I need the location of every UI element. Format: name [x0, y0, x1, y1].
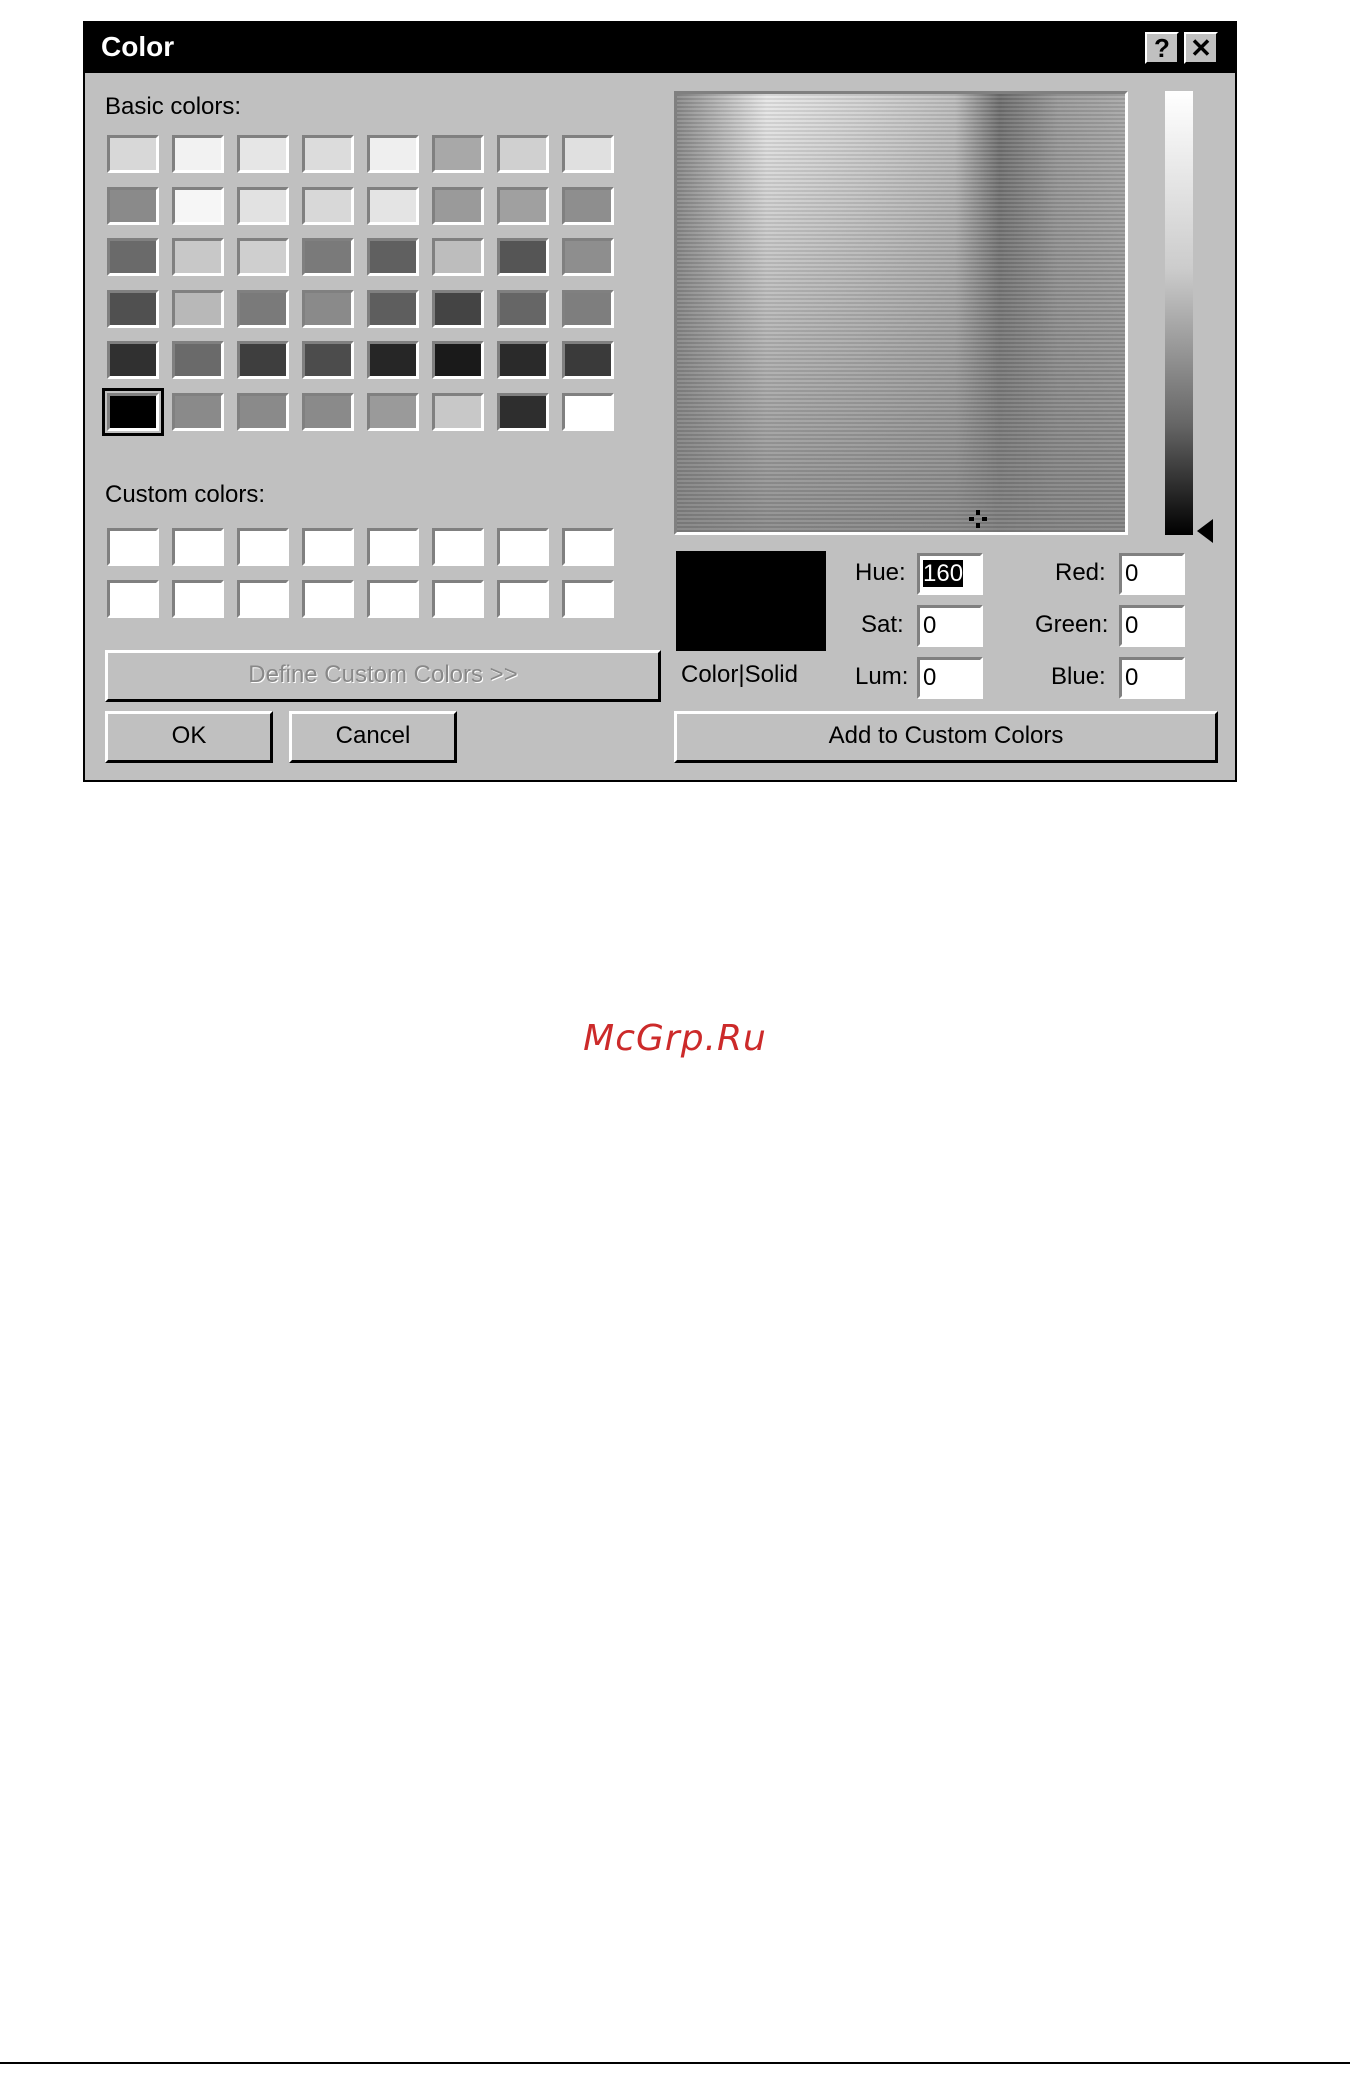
basic-color-swatch[interactable] [302, 186, 354, 225]
custom-color-swatch[interactable] [497, 580, 549, 618]
custom-colors-label: Custom colors: [105, 481, 266, 508]
basic-color-swatch[interactable] [367, 392, 419, 431]
red-field[interactable]: 0 [1119, 553, 1185, 595]
basic-color-swatch[interactable] [302, 238, 354, 276]
luminance-bar[interactable] [1165, 91, 1193, 535]
custom-color-swatch[interactable] [367, 528, 419, 566]
basic-color-swatch[interactable] [172, 341, 224, 379]
basic-color-swatch[interactable] [107, 186, 159, 225]
basic-color-swatch[interactable] [432, 238, 484, 276]
custom-color-swatch[interactable] [237, 528, 289, 566]
custom-color-swatch[interactable] [432, 580, 484, 618]
basic-color-swatch[interactable] [107, 289, 159, 328]
color-solid-preview [676, 551, 826, 651]
title-bar: Color ? ✕ [85, 23, 1235, 73]
custom-color-swatch[interactable] [172, 528, 224, 566]
basic-color-swatch[interactable] [302, 341, 354, 379]
cancel-button[interactable]: Cancel [289, 711, 457, 763]
basic-color-swatch[interactable] [172, 186, 224, 225]
basic-color-swatch[interactable] [172, 289, 224, 328]
basic-color-swatch[interactable] [432, 186, 484, 225]
green-label: Green: [1035, 611, 1109, 638]
custom-color-swatch[interactable] [237, 580, 289, 618]
basic-color-swatch[interactable] [237, 238, 289, 276]
basic-color-swatch[interactable] [302, 289, 354, 328]
custom-color-swatch[interactable] [562, 580, 614, 618]
basic-color-swatch[interactable] [562, 135, 614, 173]
basic-color-swatch[interactable] [237, 135, 289, 173]
basic-color-swatch[interactable] [102, 387, 164, 436]
basic-color-swatch[interactable] [302, 135, 354, 173]
basic-color-swatch[interactable] [562, 186, 614, 225]
basic-color-swatch[interactable] [107, 238, 159, 276]
color-solid-label: Color|Solid [681, 661, 798, 688]
close-button[interactable]: ✕ [1184, 32, 1218, 64]
basic-colors-label: Basic colors: [105, 93, 242, 120]
custom-color-swatch[interactable] [497, 528, 549, 566]
basic-color-swatch[interactable] [497, 238, 549, 276]
basic-color-swatch[interactable] [497, 186, 549, 225]
basic-color-swatch[interactable] [562, 238, 614, 276]
custom-color-swatch[interactable] [367, 580, 419, 618]
hue-field[interactable]: 160 [917, 553, 983, 595]
basic-color-swatch[interactable] [172, 238, 224, 276]
bottom-rule [0, 2062, 1350, 2064]
red-label: Red: [1055, 559, 1106, 586]
crosshair-icon [969, 510, 987, 528]
basic-color-swatch[interactable] [237, 289, 289, 328]
help-button[interactable]: ? [1145, 32, 1179, 64]
basic-color-swatch[interactable] [497, 392, 549, 431]
basic-color-swatch[interactable] [432, 341, 484, 379]
basic-color-swatch[interactable] [562, 392, 614, 431]
basic-color-swatch[interactable] [432, 135, 484, 173]
basic-color-swatch[interactable] [432, 392, 484, 431]
sat-label: Sat: [861, 611, 904, 638]
add-to-custom-colors-button[interactable]: Add to Custom Colors [674, 711, 1218, 763]
basic-color-swatch[interactable] [107, 341, 159, 379]
basic-color-swatch[interactable] [172, 135, 224, 173]
basic-color-swatch[interactable] [497, 135, 549, 173]
basic-color-swatch[interactable] [562, 289, 614, 328]
custom-color-swatch[interactable] [302, 528, 354, 566]
basic-color-swatch[interactable] [367, 289, 419, 328]
color-spectrum[interactable] [674, 91, 1128, 535]
basic-color-swatch[interactable] [367, 135, 419, 173]
basic-color-swatch[interactable] [172, 392, 224, 431]
basic-color-swatch[interactable] [497, 341, 549, 379]
blue-label: Blue: [1051, 663, 1106, 690]
custom-color-swatch[interactable] [107, 580, 159, 618]
basic-color-swatch[interactable] [302, 392, 354, 431]
basic-color-swatch[interactable] [237, 341, 289, 379]
custom-color-swatch[interactable] [172, 580, 224, 618]
custom-color-swatch[interactable] [562, 528, 614, 566]
watermark: McGrp.Ru [583, 1018, 767, 1059]
basic-color-swatch[interactable] [237, 392, 289, 431]
green-field[interactable]: 0 [1119, 605, 1185, 647]
blue-field[interactable]: 0 [1119, 657, 1185, 699]
lum-field[interactable]: 0 [917, 657, 983, 699]
basic-color-swatch[interactable] [562, 341, 614, 379]
ok-button[interactable]: OK [105, 711, 273, 763]
basic-color-swatch[interactable] [107, 135, 159, 173]
define-custom-colors-button[interactable]: Define Custom Colors >> [105, 650, 661, 702]
custom-color-swatch[interactable] [107, 528, 159, 566]
custom-color-swatch[interactable] [432, 528, 484, 566]
basic-color-swatch[interactable] [367, 341, 419, 379]
basic-color-swatch[interactable] [432, 289, 484, 328]
dialog-title: Color [101, 31, 175, 62]
basic-color-swatch[interactable] [237, 186, 289, 225]
basic-color-swatch[interactable] [367, 238, 419, 276]
sat-field[interactable]: 0 [917, 605, 983, 647]
hue-label: Hue: [855, 559, 906, 586]
basic-color-swatch[interactable] [367, 186, 419, 225]
lum-label: Lum: [855, 663, 909, 690]
basic-color-swatch[interactable] [497, 289, 549, 328]
color-dialog: Color ? ✕ Basic colors: Custom colors: D… [83, 21, 1237, 782]
luminance-arrow-icon[interactable] [1197, 519, 1213, 543]
custom-color-swatch[interactable] [302, 580, 354, 618]
